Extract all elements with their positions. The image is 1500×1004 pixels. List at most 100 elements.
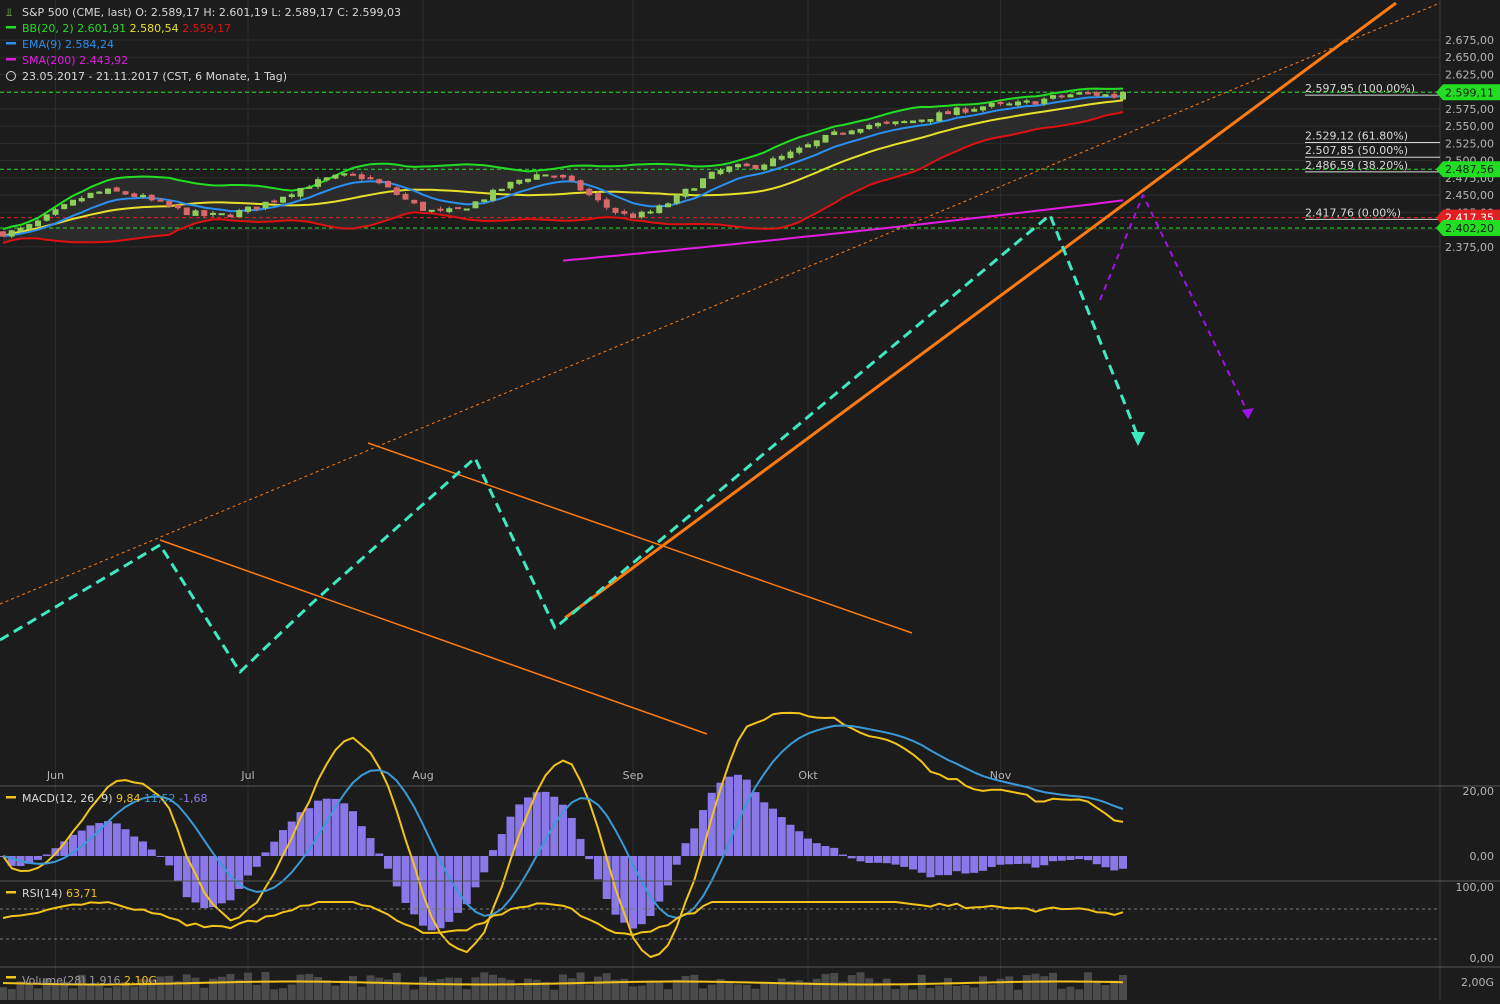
macd-histogram-bar	[1057, 856, 1066, 861]
macd-histogram-bar	[366, 838, 375, 856]
candle-body	[551, 175, 558, 178]
candle-body	[883, 121, 890, 124]
candle-body	[936, 112, 943, 122]
volume-bar	[471, 977, 480, 1000]
volume-bar	[0, 987, 7, 1000]
volume-bar	[340, 980, 349, 1000]
macd-histogram-bar	[349, 811, 357, 856]
volume-bar	[1014, 989, 1022, 1000]
candle-body	[166, 200, 173, 207]
price-axis-label: 2.650,00	[1445, 51, 1494, 64]
volume-bar	[1031, 973, 1040, 1000]
macd-histogram-bar	[637, 856, 646, 925]
candle-body	[1102, 94, 1109, 97]
price-tag-label: 2.402,20	[1445, 222, 1494, 235]
candle-body	[437, 208, 444, 211]
macd-histogram-bar	[1031, 856, 1040, 868]
volume-bar	[244, 972, 252, 1000]
fib-label: 2.529,12 (61.80%)	[1305, 130, 1408, 143]
volume-bar	[270, 989, 279, 1000]
rsi-legend: RSI(14) 63,71	[22, 887, 97, 900]
candle-body	[1015, 101, 1021, 106]
candle-body	[717, 169, 724, 175]
volume-bar	[436, 978, 445, 1000]
candle-body	[446, 208, 453, 213]
price-tag-label: 2.599,11	[1445, 86, 1494, 99]
macd-histogram-bar	[856, 856, 865, 862]
macd-histogram-bar	[926, 856, 935, 878]
volume-bar	[331, 985, 340, 1000]
candle-body	[332, 174, 339, 179]
macd-histogram-bar	[104, 821, 112, 856]
candle-body	[831, 131, 838, 135]
candle-body	[953, 107, 960, 115]
legend-sma: SMA(200) 2.443,92	[22, 54, 128, 67]
candle-body	[988, 102, 995, 107]
legend-bb-swatch	[6, 26, 16, 29]
macd-histogram-bar	[445, 856, 454, 922]
volume-bar	[314, 976, 322, 1000]
macd-histogram-bar	[996, 856, 1005, 865]
macd-histogram-bar	[777, 817, 786, 856]
candle-body	[140, 194, 146, 198]
month-label: Jun	[46, 769, 64, 782]
volume-bar	[856, 972, 865, 1000]
macd-histogram-bar	[340, 803, 349, 856]
volume-bar	[287, 984, 296, 1000]
candle-body	[577, 180, 584, 191]
volume-bar	[865, 978, 874, 1000]
candle-body	[26, 224, 33, 230]
macd-swatch	[6, 796, 16, 799]
candle-body	[498, 188, 505, 192]
macd-histogram-bar	[979, 856, 987, 871]
candle-body	[1041, 98, 1048, 104]
volume-bar	[646, 981, 655, 1000]
price-chart[interactable]: 2.675,002.650,002.625,002.600,002.575,00…	[0, 0, 1500, 1000]
volume-bar	[349, 976, 357, 1000]
volume-bar	[497, 977, 506, 1000]
macd-histogram-bar	[602, 856, 611, 899]
candle-body	[8, 230, 15, 237]
candle-body	[691, 188, 698, 191]
candle-body	[122, 191, 129, 195]
candle-body	[612, 207, 619, 213]
volume-bar	[305, 973, 314, 1000]
macd-axis-label: 0,00	[1470, 850, 1495, 863]
candle-body	[665, 203, 671, 208]
macd-histogram-bar	[812, 843, 821, 856]
macd-histogram-bar	[1110, 856, 1119, 871]
volume-bar	[742, 984, 751, 1000]
candle-body	[568, 175, 575, 181]
candle-body	[910, 120, 916, 124]
macd-histogram-bar	[42, 854, 51, 856]
legend-part: 63,71	[66, 887, 98, 900]
macd-histogram-bar	[917, 856, 926, 873]
candle-body	[481, 199, 488, 202]
volume-bar	[961, 985, 970, 1000]
volume-bar	[34, 988, 42, 1000]
candle-body	[288, 194, 295, 197]
candle-body	[157, 199, 164, 202]
volume-bar	[156, 976, 165, 1000]
price-axis-label: 2.525,00	[1445, 137, 1494, 150]
candle-body	[201, 210, 208, 217]
price-axis-label: 2.625,00	[1445, 68, 1494, 81]
candle-body	[647, 211, 654, 214]
macd-histogram-bar	[462, 856, 471, 905]
macd-histogram-bar	[874, 856, 882, 863]
legend-part: 2.601,91	[77, 22, 129, 35]
candle-body	[393, 187, 400, 195]
volume-bar	[366, 975, 375, 1000]
candle-body	[262, 201, 269, 209]
macd-histogram-bar	[489, 850, 497, 856]
macd-histogram-bar	[961, 856, 970, 874]
candle-body	[945, 111, 951, 115]
candle-body	[778, 155, 785, 160]
candle-body	[735, 164, 741, 168]
candle-body	[323, 177, 330, 181]
candle-body	[1120, 91, 1126, 100]
volume-bar	[200, 987, 209, 1000]
candle-body	[472, 201, 479, 209]
candle-body	[52, 209, 59, 215]
volume-bar	[882, 978, 891, 1000]
